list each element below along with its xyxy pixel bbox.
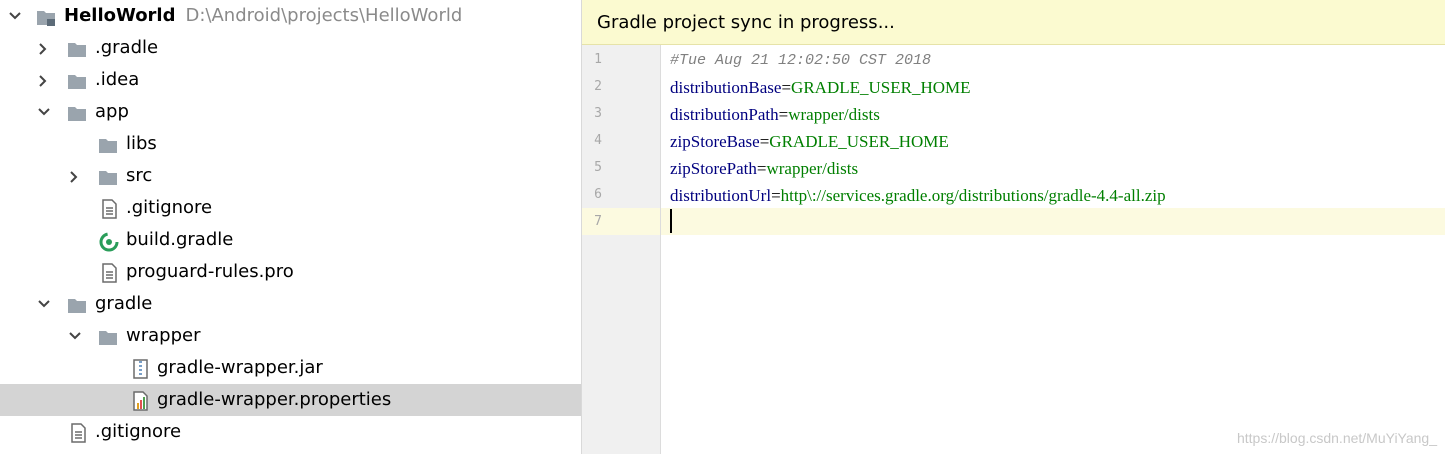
tree-item-label: .gitignore: [95, 421, 182, 442]
tree-row-app-gitignore[interactable]: .gitignore: [0, 192, 581, 224]
tree-item-label: build.gradle: [126, 229, 234, 250]
archive-file-icon: [131, 359, 151, 379]
tree-row-app[interactable]: app: [0, 96, 581, 128]
properties-file-icon: [131, 391, 151, 411]
equals-sign: =: [771, 186, 781, 205]
folder-icon: [98, 135, 118, 155]
code-line[interactable]: distributionUrl=http\://services.gradle.…: [670, 185, 1166, 207]
tree-item-label: wrapper: [126, 325, 201, 346]
tree-row-wrapper[interactable]: wrapper: [0, 320, 581, 352]
tree-item-label: gradle: [95, 293, 153, 314]
line-number: 5: [594, 160, 602, 175]
chevron-down-icon[interactable]: [38, 299, 50, 309]
property-key: distributionUrl: [670, 186, 772, 205]
folder-icon: [67, 39, 87, 59]
tree-row-src[interactable]: src: [0, 160, 581, 192]
code-line[interactable]: zipStoreBase=GRADLE_USER_HOME: [670, 131, 949, 153]
folder-icon: [98, 167, 118, 187]
tree-row-proguard[interactable]: proguard-rules.pro: [0, 256, 581, 288]
chevron-right-icon[interactable]: [38, 43, 48, 55]
tree-item-label: src: [126, 165, 153, 186]
line-number: 3: [594, 106, 602, 121]
tree-row-wrapper-properties[interactable]: gradle-wrapper.properties: [0, 384, 581, 416]
tree-row-root[interactable]: HelloWorld D:\Android\projects\HelloWorld: [0, 0, 581, 32]
tree-row-idea[interactable]: .idea: [0, 64, 581, 96]
folder-icon: [98, 327, 118, 347]
line-number: 2: [594, 79, 602, 94]
property-value: GRADLE_USER_HOME: [769, 132, 949, 151]
folder-icon: [67, 103, 87, 123]
code-line[interactable]: distributionBase=GRADLE_USER_HOME: [670, 77, 971, 99]
chevron-down-icon[interactable]: [9, 11, 21, 21]
text-file-icon: [100, 199, 120, 219]
text-file-icon: [100, 263, 120, 283]
project-path: D:\Android\projects\HelloWorld: [185, 5, 463, 26]
sync-banner: Gradle project sync in progress...: [582, 0, 1445, 45]
line-number: 6: [594, 187, 602, 202]
chevron-right-icon[interactable]: [69, 171, 79, 183]
chevron-down-icon[interactable]: [38, 107, 50, 117]
property-key: zipStorePath: [670, 159, 757, 178]
tree-row-wrapper-jar[interactable]: gradle-wrapper.jar: [0, 352, 581, 384]
property-key: distributionBase: [670, 78, 782, 97]
tree-row-root-gitignore[interactable]: .gitignore: [0, 416, 581, 448]
tree-row-gradle[interactable]: gradle: [0, 288, 581, 320]
equals-sign: =: [759, 132, 770, 151]
property-key: distributionPath: [670, 105, 779, 124]
tree-item-label: proguard-rules.pro: [126, 261, 294, 282]
project-tree: HelloWorld D:\Android\projects\HelloWorld…: [0, 0, 582, 454]
property-value: wrapper/dists: [788, 105, 880, 124]
project-name: HelloWorld D:\Android\projects\HelloWorld: [64, 5, 462, 27]
equals-sign: =: [781, 78, 792, 97]
code-line[interactable]: distributionPath=wrapper/dists: [670, 104, 880, 126]
chevron-down-icon[interactable]: [69, 331, 81, 341]
folder-icon: [67, 71, 87, 91]
chevron-right-icon[interactable]: [38, 75, 48, 87]
property-value: GRADLE_USER_HOME: [791, 78, 971, 97]
tree-item-label: gradle-wrapper.properties: [157, 389, 392, 410]
property-value: http\://services.gradle.org/distribution…: [780, 186, 1166, 205]
current-line-highlight: [661, 208, 1445, 235]
project-name-text: HelloWorld: [64, 5, 176, 26]
text-caret: [670, 209, 672, 233]
tree-item-label: .idea: [95, 69, 140, 90]
folder-icon: [67, 295, 87, 315]
tree-row-build-gradle[interactable]: build.gradle: [0, 224, 581, 256]
tree-item-label: .gitignore: [126, 197, 213, 218]
line-number: 7: [594, 214, 602, 229]
text-file-icon: [69, 423, 89, 443]
line-number: 1: [594, 52, 602, 67]
property-key: zipStoreBase: [670, 132, 760, 151]
tree-item-label: app: [95, 101, 129, 122]
gradle-file-icon: [98, 231, 119, 252]
tree-row-gradle-dir[interactable]: .gradle: [0, 32, 581, 64]
tree-item-label: .gradle: [95, 37, 159, 58]
tree-item-label: gradle-wrapper.jar: [157, 357, 323, 378]
code-line[interactable]: zipStorePath=wrapper/dists: [670, 158, 858, 180]
tree-item-label: libs: [126, 133, 157, 154]
watermark: https://blog.csdn.net/MuYiYang_: [1236, 430, 1437, 446]
code-comment-line[interactable]: #Tue Aug 21 12:02:50 CST 2018: [670, 50, 931, 72]
property-value: wrapper/dists: [766, 159, 859, 178]
line-number: 4: [594, 133, 602, 148]
tree-row-libs[interactable]: libs: [0, 128, 581, 160]
equals-sign: =: [778, 105, 789, 124]
editor-pane[interactable]: Gradle project sync in progress... 1 2 3…: [582, 0, 1445, 454]
sync-banner-text: Gradle project sync in progress...: [597, 12, 895, 33]
module-folder-icon: [36, 7, 56, 27]
